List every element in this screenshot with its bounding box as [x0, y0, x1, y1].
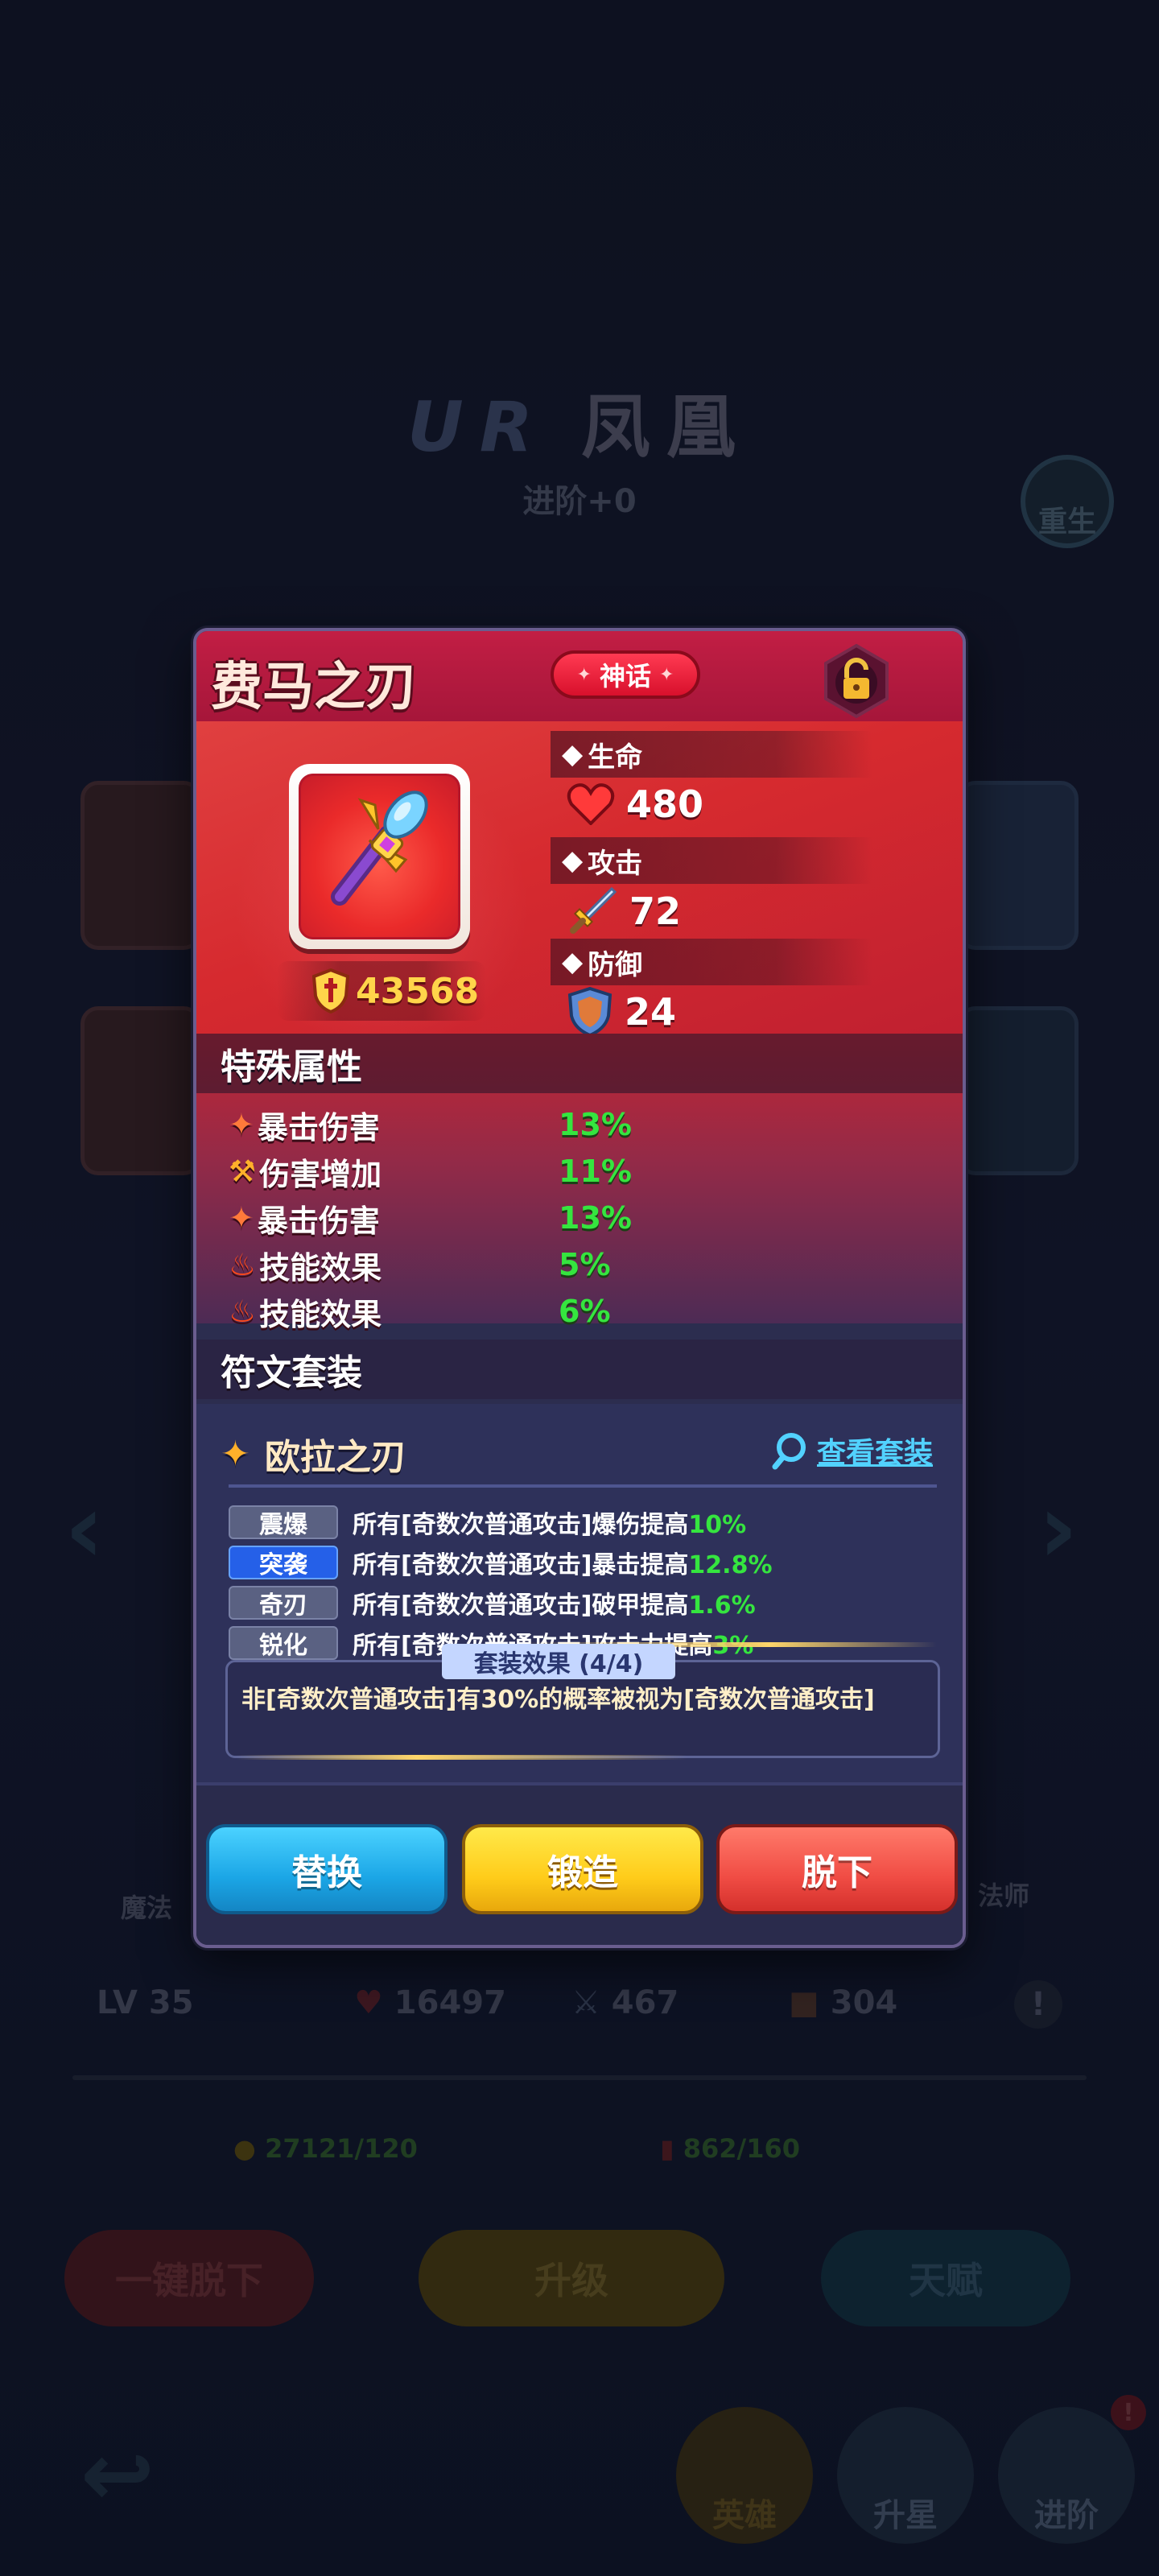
power-rating: 43568	[277, 961, 486, 1021]
action-bar: 替换 锻造 脱下	[196, 1782, 963, 1945]
magnifier-icon	[772, 1433, 806, 1470]
stat-atk: 72	[567, 886, 681, 937]
rune-set-name: ✦ 欧拉之刃	[221, 1433, 406, 1479]
special-attr-row: ✦ 暴击伤害 13%	[229, 1107, 632, 1146]
stat-def-value: 24	[625, 990, 677, 1034]
rune-tag[interactable]: 震爆	[229, 1505, 338, 1539]
item-image-frame	[289, 764, 470, 949]
sword-icon	[570, 886, 617, 934]
modal-header: 费马之刃 ✦ 神话 ✦	[196, 631, 963, 721]
rune-row: 奇刃 所有[奇数次普通攻击]破甲提高1.6%	[229, 1583, 937, 1623]
special-attr-row: ⚒ 伤害增加 11%	[229, 1154, 632, 1192]
rune-set-title: 符文套装	[196, 1340, 963, 1399]
special-attr-row: ♨ 技能效果 6%	[229, 1294, 611, 1332]
crit-icon: ✦	[229, 1200, 254, 1236]
damage-up-icon: ⚒	[229, 1154, 257, 1189]
replace-button[interactable]: 替换	[206, 1824, 448, 1914]
rune-set-panel: ✦ 欧拉之刃 查看套装 震爆 所有[奇数次普通攻击]爆伤提高10% 突袭 所有[…	[196, 1404, 963, 1782]
rune-tag[interactable]: 奇刃	[229, 1586, 338, 1620]
rune-tag[interactable]: 锐化	[229, 1626, 338, 1660]
staff-icon	[331, 791, 428, 906]
special-attributes: 特殊属性 ✦ 暴击伤害 13% ⚒ 伤害增加 11% ✦ 暴击伤害 13% ♨ 技能效果…	[196, 1034, 963, 1332]
special-attributes-title: 特殊属性	[196, 1034, 963, 1093]
power-value: 43568	[356, 970, 480, 1012]
bullet-icon: ◆	[562, 844, 584, 877]
power-shield-icon	[311, 968, 350, 1013]
rune-tag[interactable]: 突袭	[229, 1546, 338, 1579]
stat-hp-label: ◆ 生命	[551, 731, 872, 778]
tier-label: 神话	[599, 661, 651, 691]
tier-badge: ✦ 神话 ✦	[551, 650, 700, 699]
item-name: 费马之刃	[211, 658, 417, 717]
stat-atk-label: ◆ 攻击	[551, 837, 872, 884]
lock-icon	[824, 643, 889, 719]
set-effect-desc: 非[奇数次普通攻击]有30%的概率被视为[奇数次普通攻击]	[241, 1686, 875, 1714]
item-image	[299, 774, 460, 939]
rune-row: 震爆 所有[奇数次普通攻击]爆伤提高10%	[229, 1502, 937, 1542]
stat-def-label: ◆ 防御	[551, 939, 872, 985]
forge-button[interactable]: 锻造	[462, 1824, 703, 1914]
divider	[229, 1484, 937, 1488]
sparkle-icon: ✦	[576, 664, 592, 685]
heart-icon	[567, 783, 615, 825]
sparkle-icon: ✦	[659, 664, 674, 685]
special-attr-row: ✦ 暴击伤害 13%	[229, 1200, 632, 1239]
stat-hp: 480	[567, 782, 703, 826]
item-detail-modal: 费马之刃 ✦ 神话 ✦ 43568 ◆ 生命 480 ◆ 攻击 72 ◆ 防御 …	[193, 628, 966, 1948]
star-icon: ✦	[221, 1433, 250, 1475]
special-attr-row: ♨ 技能效果 5%	[229, 1247, 611, 1286]
set-effect-title: 套装效果 (4/4)	[442, 1644, 675, 1679]
crit-icon: ✦	[229, 1107, 254, 1142]
view-set-link[interactable]: 查看套装	[772, 1430, 933, 1472]
fire-icon: ♨	[229, 1247, 257, 1282]
lock-toggle-button[interactable]	[816, 641, 897, 721]
stat-atk-value: 72	[629, 890, 682, 933]
bullet-icon: ◆	[562, 946, 584, 978]
bullet-icon: ◆	[562, 738, 584, 770]
fire-icon: ♨	[229, 1294, 257, 1329]
stat-def: 24	[567, 987, 676, 1037]
unequip-button[interactable]: 脱下	[716, 1824, 958, 1914]
item-overview: 43568 ◆ 生命 480 ◆ 攻击 72 ◆ 防御 24	[196, 721, 963, 1037]
shield-icon	[567, 987, 612, 1037]
glow-line	[237, 1755, 687, 1760]
stat-hp-value: 480	[626, 782, 704, 826]
rune-row: 突袭 所有[奇数次普通攻击]暴击提高12.8%	[229, 1542, 937, 1583]
